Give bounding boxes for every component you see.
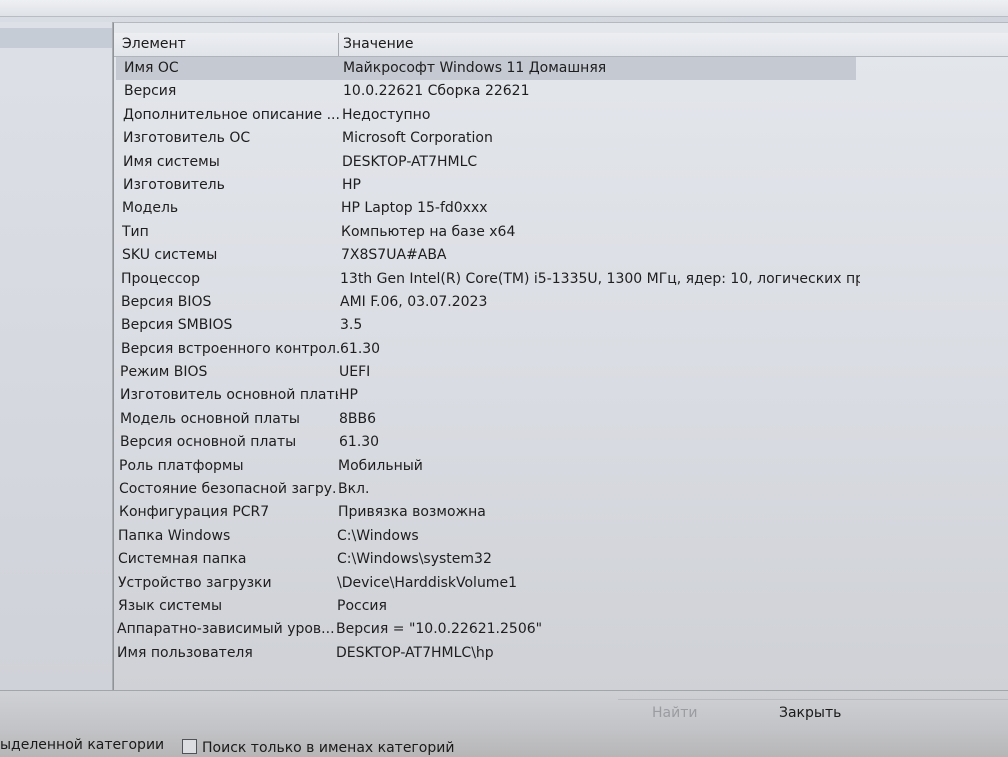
row-element-name: Режим BIOS xyxy=(120,364,208,381)
table-row[interactable]: Тип Компьютер на базе x64 xyxy=(114,221,1008,244)
row-element-name: Аппаратно-зависимый уров... xyxy=(117,621,335,638)
row-element-name: Устройство загрузки xyxy=(118,574,272,591)
table-row[interactable]: Режим BIOS UEFI xyxy=(114,361,1008,384)
table-row[interactable]: Версия BIOS AMI F.06, 03.07.2023 xyxy=(114,291,1008,314)
row-element-value: Вкл. xyxy=(338,481,370,498)
system-summary-list[interactable]: Элемент Значение Имя ОС Майкрософт Window… xyxy=(113,22,1008,691)
row-element-value: 13th Gen Intel(R) Core(TM) i5-1335U, 130… xyxy=(340,270,860,287)
names-only-checkbox[interactable] xyxy=(182,739,197,754)
row-element-name: Дополнительное описание ... xyxy=(123,106,340,123)
column-divider[interactable] xyxy=(338,33,339,56)
row-element-value: Мобильный xyxy=(338,457,423,474)
row-element-value: HP Laptop 15-fd0xxx xyxy=(341,200,488,217)
row-element-name: Процессор xyxy=(121,270,200,287)
table-row[interactable]: Устройство загрузки \Device\HarddiskVolum… xyxy=(114,572,1008,595)
row-element-name: Изготовитель основной платы xyxy=(120,387,338,404)
row-element-value: C:\Windows xyxy=(337,527,419,544)
window-top-strip xyxy=(0,0,1008,17)
row-element-value: 10.0.22621 Сборка 22621 xyxy=(343,83,530,100)
row-element-name: Модель xyxy=(122,200,179,217)
table-row[interactable]: Язык системы Россия xyxy=(114,595,1008,618)
row-element-name: Язык системы xyxy=(118,597,223,614)
row-element-value: HP xyxy=(342,176,361,193)
table-row[interactable]: Имя системы DESKTOP-AT7HMLC xyxy=(114,151,1008,174)
row-element-value: Microsoft Corporation xyxy=(342,130,493,147)
row-element-name: Роль платформы xyxy=(119,457,244,474)
row-element-name: Версия основной платы xyxy=(120,434,297,451)
row-element-name: Тип xyxy=(122,223,149,240)
row-element-name: Версия встроенного контрол... xyxy=(121,340,339,357)
row-element-name: SKU системы xyxy=(122,247,218,264)
row-element-value: AMI F.06, 03.07.2023 xyxy=(340,293,488,310)
row-element-name: Изготовитель ОС xyxy=(123,130,251,147)
column-header-element[interactable]: Элемент xyxy=(122,36,186,52)
table-row[interactable]: Дополнительное описание ... Недоступно xyxy=(114,104,1008,127)
row-element-value: Недоступно xyxy=(342,106,431,123)
table-row[interactable]: Версия основной платы 61.30 xyxy=(114,431,1008,454)
bottom-search-bar: Найти Закрыть ыделенной категории Поиск … xyxy=(0,690,1008,757)
table-row[interactable]: Имя пользователя DESKTOP-AT7HMLC\hp xyxy=(114,642,1008,665)
table-row[interactable]: Роль платформы Мобильный xyxy=(114,455,1008,478)
row-element-value: Майкрософт Windows 11 Домашняя xyxy=(343,60,607,76)
row-element-name: Имя пользователя xyxy=(117,644,253,661)
list-rows: Имя ОС Майкрософт Windows 11 Домашняя Верс… xyxy=(114,57,1008,665)
row-element-value: 7X8S7UA#ABA xyxy=(341,247,447,264)
row-element-value: 3.5 xyxy=(340,317,363,334)
row-element-name: Состояние безопасной загру... xyxy=(119,481,337,498)
table-row[interactable]: Процессор 13th Gen Intel(R) Core(TM) i5-1… xyxy=(114,268,1008,291)
table-row[interactable]: Имя ОС Майкрософт Windows 11 Домашняя xyxy=(114,57,1008,80)
search-selected-category-label[interactable]: ыделенной категории xyxy=(0,737,164,753)
row-element-value: DESKTOP-AT7HMLC\hp xyxy=(336,644,494,661)
table-row[interactable]: Версия встроенного контрол... 61.30 xyxy=(114,338,1008,361)
category-tree[interactable] xyxy=(0,22,113,690)
row-element-name: Папка Windows xyxy=(118,527,231,544)
row-element-name: Имя ОС xyxy=(124,60,179,76)
list-header: Элемент Значение xyxy=(114,33,1008,57)
row-element-value: Компьютер на базе x64 xyxy=(341,223,516,240)
row-element-value: 61.30 xyxy=(339,434,380,451)
find-button[interactable]: Найти xyxy=(652,705,697,721)
row-element-name: Версия BIOS xyxy=(121,293,212,310)
row-element-name: Изготовитель xyxy=(123,176,225,193)
row-element-name: Версия xyxy=(124,83,177,100)
table-row[interactable]: Системная папка C:\Windows\system32 xyxy=(114,548,1008,571)
row-element-name: Имя системы xyxy=(123,153,220,170)
row-element-name: Модель основной платы xyxy=(120,410,300,427)
category-tree-selected-item[interactable] xyxy=(0,28,112,48)
table-row[interactable]: Конфигурация PCR7 Привязка возможна xyxy=(114,501,1008,524)
row-element-value: Привязка возможна xyxy=(338,504,486,521)
table-row[interactable]: Версия 10.0.22621 Сборка 22621 xyxy=(114,80,1008,103)
table-row[interactable]: Модель HP Laptop 15-fd0xxx xyxy=(114,197,1008,220)
table-row[interactable]: Изготовитель HP xyxy=(114,174,1008,197)
row-element-value: UEFI xyxy=(339,364,371,381)
table-row[interactable]: Модель основной платы 8BB6 xyxy=(114,408,1008,431)
names-only-label[interactable]: Поиск только в именах категорий xyxy=(202,740,454,756)
row-element-value: \Device\HarddiskVolume1 xyxy=(337,574,517,591)
close-button[interactable]: Закрыть xyxy=(779,705,841,721)
table-row[interactable]: Изготовитель ОС Microsoft Corporation xyxy=(114,127,1008,150)
row-element-name: Конфигурация PCR7 xyxy=(119,504,270,521)
table-row[interactable]: Аппаратно-зависимый уров... Версия = "10.… xyxy=(114,618,1008,641)
table-row[interactable]: Состояние безопасной загру... Вкл. xyxy=(114,478,1008,501)
table-row[interactable]: SKU системы 7X8S7UA#ABA xyxy=(114,244,1008,267)
row-element-value: Версия = "10.0.22621.2506" xyxy=(336,621,543,638)
row-element-value: HP xyxy=(339,387,358,404)
column-header-value[interactable]: Значение xyxy=(343,36,413,52)
table-row[interactable]: Папка Windows C:\Windows xyxy=(114,525,1008,548)
row-element-value: DESKTOP-AT7HMLC xyxy=(342,153,478,170)
row-element-name: Системная папка xyxy=(118,551,247,568)
row-element-value: C:\Windows\system32 xyxy=(337,551,492,568)
row-element-value: 8BB6 xyxy=(339,410,377,427)
row-element-value: Россия xyxy=(337,597,387,614)
row-element-value: 61.30 xyxy=(340,340,381,357)
names-only-option[interactable]: Поиск только в именах категорий xyxy=(182,737,454,756)
row-element-name: Версия SMBIOS xyxy=(121,317,233,334)
table-row[interactable]: Версия SMBIOS 3.5 xyxy=(114,314,1008,337)
table-row[interactable]: Изготовитель основной платы HP xyxy=(114,384,1008,407)
